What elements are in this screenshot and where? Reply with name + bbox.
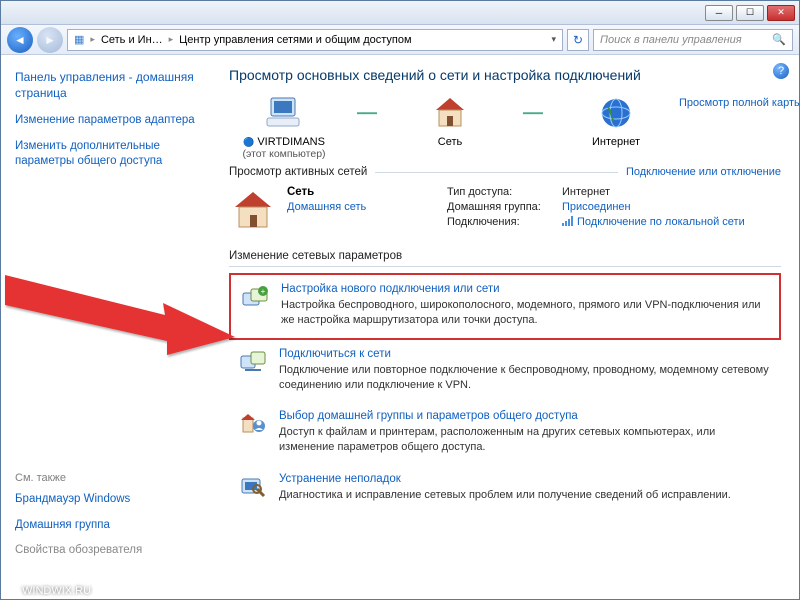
help-icon[interactable]: ?: [773, 63, 789, 79]
map-network: Сеть: [395, 93, 505, 148]
sidebar-sharing-link[interactable]: Изменить дополнительные параметры общего…: [15, 139, 197, 170]
connect-disconnect-link[interactable]: Подключение или отключение: [626, 166, 781, 178]
network-category-icon: [229, 186, 277, 234]
prop-homegroup-link[interactable]: Присоединен: [562, 201, 631, 213]
task-desc: Настройка беспроводного, широкополосного…: [281, 298, 771, 328]
map-computer-sub: (этот компьютер): [229, 148, 339, 160]
signal-icon: [562, 216, 574, 226]
see-also-browser-props[interactable]: Свойства обозревателя: [15, 543, 205, 559]
dropdown-icon[interactable]: ▾: [551, 34, 556, 45]
map-computer-name: 🔵 VIRTDIMANS: [229, 136, 339, 148]
task-title: Настройка нового подключения или сети: [281, 283, 771, 295]
network-name: Сеть: [287, 186, 437, 198]
map-connector: ━━━: [513, 93, 553, 133]
sidebar-home-link[interactable]: Панель управления - домашняя страница: [15, 69, 197, 101]
task-title: Подключиться к сети: [279, 348, 773, 360]
forward-button[interactable]: ►: [37, 27, 63, 53]
address-bar: ◄ ► ▦ ▸ Сеть и Ин… ▸ Центр управления се…: [1, 25, 799, 55]
search-icon: 🔍: [772, 33, 786, 46]
sidebar-adapter-link[interactable]: Изменение параметров адаптера: [15, 113, 197, 129]
close-button[interactable]: ✕: [767, 5, 795, 21]
task-desc: Диагностика и исправление сетевых пробле…: [279, 488, 773, 503]
sidebar-see-also: См. также Брандмауэр Windows Домашняя гр…: [15, 472, 205, 569]
map-network-label: Сеть: [395, 136, 505, 148]
network-properties: Тип доступа:Интернет Домашняя группа:При…: [447, 186, 781, 234]
map-this-computer: 🔵 VIRTDIMANS (этот компьютер): [229, 93, 339, 160]
computer-icon: [229, 93, 339, 133]
map-internet-label: Интернет: [561, 136, 671, 148]
page-title: Просмотр основных сведений о сети и наст…: [229, 67, 781, 83]
refresh-button[interactable]: ↻: [567, 29, 589, 51]
annotation-arrow: [0, 255, 245, 375]
active-network-row: Сеть Домашняя сеть Тип доступа:Интернет …: [229, 186, 781, 234]
watermark: WINDWIX.RU: [4, 584, 91, 598]
control-panel-icon: ▦: [74, 33, 84, 46]
network-map: 🔵 VIRTDIMANS (этот компьютер) ━━━ Сеть ━…: [229, 93, 781, 160]
map-connector: ━━━: [347, 93, 387, 133]
task-title: Устранение неполадок: [279, 473, 773, 485]
active-networks-title: Просмотр активных сетей: [229, 166, 367, 178]
task-troubleshoot[interactable]: Устранение неполадок Диагностика и испра…: [229, 465, 781, 513]
chevron-right-icon: ▸: [90, 34, 95, 45]
prop-access-type-label: Тип доступа:: [447, 186, 562, 198]
svg-text:+: +: [261, 287, 266, 296]
main-panel: ? Просмотр основных сведений о сети и на…: [211, 55, 799, 599]
troubleshoot-icon: [237, 473, 269, 503]
titlebar: ─ ☐ ✕: [1, 1, 799, 25]
prop-homegroup-label: Домашняя группа:: [447, 201, 562, 213]
map-internet: Интернет: [561, 93, 671, 148]
homegroup-icon: [237, 410, 269, 455]
task-title: Выбор домашней группы и параметров общег…: [279, 410, 773, 422]
task-desc: Подключение или повторное подключение к …: [279, 363, 773, 393]
house-icon: [395, 93, 505, 133]
crumb-network[interactable]: Сеть и Ин…: [101, 34, 163, 46]
active-networks-header: Просмотр активных сетей Подключение или …: [229, 166, 781, 178]
prop-connection-link[interactable]: Подключение по локальной сети: [577, 216, 745, 228]
change-settings-header: Изменение сетевых параметров: [229, 250, 781, 262]
back-button[interactable]: ◄: [7, 27, 33, 53]
see-also-homegroup[interactable]: Домашняя группа: [15, 518, 205, 534]
crumb-center[interactable]: Центр управления сетями и общим доступом: [179, 34, 411, 46]
tasks-list: + Настройка нового подключения или сети …: [229, 273, 781, 513]
search-placeholder: Поиск в панели управления: [600, 34, 742, 46]
prop-access-type-value: Интернет: [562, 186, 610, 198]
task-connect-network[interactable]: Подключиться к сети Подключение или повт…: [229, 340, 781, 403]
maximize-button[interactable]: ☐: [736, 5, 764, 21]
breadcrumb[interactable]: ▦ ▸ Сеть и Ин… ▸ Центр управления сетями…: [67, 29, 563, 51]
globe-icon: [561, 93, 671, 133]
see-also-firewall[interactable]: Брандмауэр Windows: [15, 492, 205, 508]
full-map-link[interactable]: Просмотр полной карты: [679, 93, 799, 111]
network-info: Сеть Домашняя сеть: [287, 186, 437, 234]
task-desc: Доступ к файлам и принтерам, расположенн…: [279, 425, 773, 455]
chevron-right-icon: ▸: [169, 34, 174, 45]
prop-connections-label: Подключения:: [447, 216, 562, 228]
task-homegroup[interactable]: Выбор домашней группы и параметров общег…: [229, 402, 781, 465]
network-type-link[interactable]: Домашняя сеть: [287, 201, 366, 213]
minimize-button[interactable]: ─: [705, 5, 733, 21]
see-also-header: См. также: [15, 472, 205, 484]
search-input[interactable]: Поиск в панели управления 🔍: [593, 29, 793, 51]
task-new-connection[interactable]: + Настройка нового подключения или сети …: [229, 273, 781, 340]
